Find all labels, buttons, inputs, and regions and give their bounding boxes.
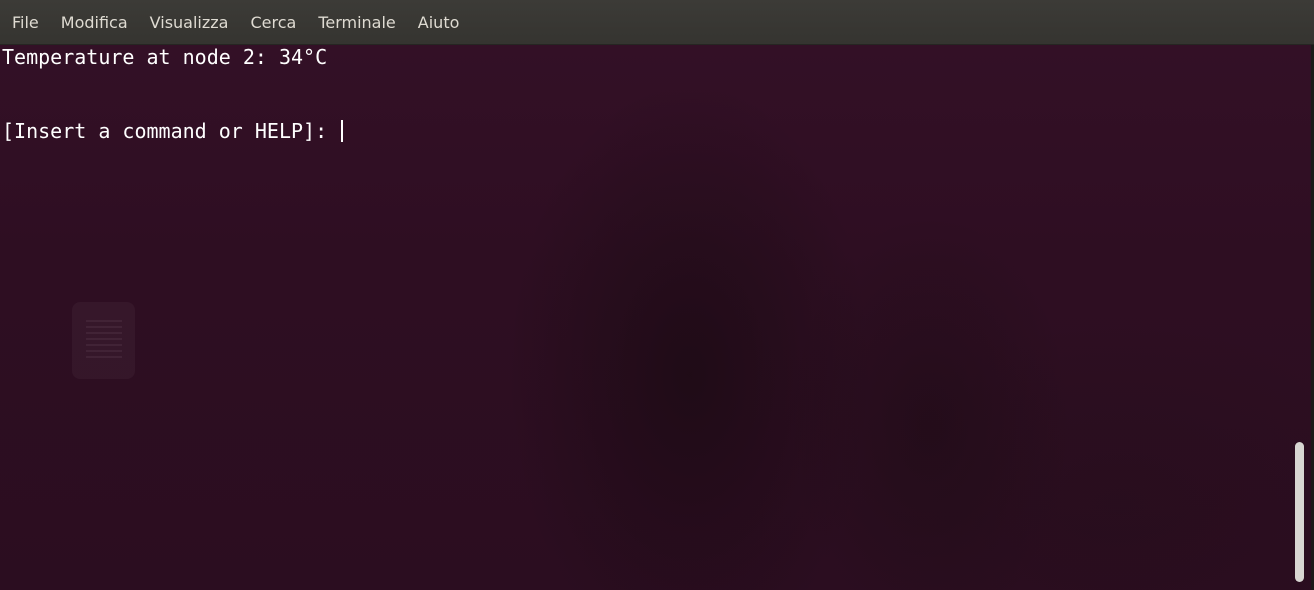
menu-aiuto[interactable]: Aiuto [407, 0, 471, 45]
terminal-window: File Modifica Visualizza Cerca Terminale… [0, 0, 1314, 590]
menu-file[interactable]: File [1, 0, 50, 45]
menu-visualizza[interactable]: Visualizza [139, 0, 240, 45]
desktop-document-lines [86, 320, 122, 362]
menubar: File Modifica Visualizza Cerca Terminale… [0, 0, 1314, 45]
scrollbar-thumb[interactable] [1295, 442, 1304, 582]
terminal-output-line: Temperature at node 2: 34°C [2, 45, 328, 69]
terminal-prompt-line: [Insert a command or HELP]: [2, 119, 344, 143]
terminal-area[interactable]: Temperature at node 2: 34°C [Insert a co… [0, 45, 1314, 590]
menu-cerca[interactable]: Cerca [239, 0, 307, 45]
menu-modifica[interactable]: Modifica [50, 0, 139, 45]
text-cursor [341, 120, 344, 142]
menu-terminale[interactable]: Terminale [307, 0, 406, 45]
terminal-prompt: [Insert a command or HELP]: [2, 119, 340, 143]
